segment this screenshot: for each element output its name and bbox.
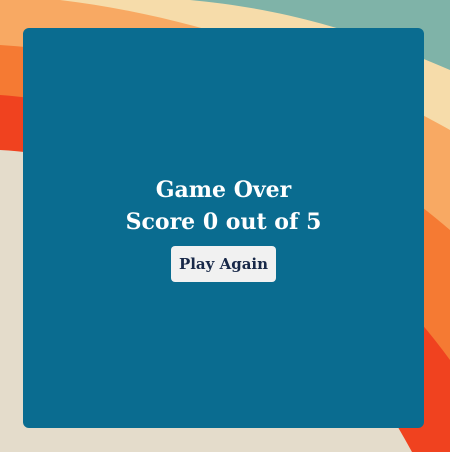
score-text: Score 0 out of 5 (125, 209, 322, 235)
game-over-panel: Game Over Score 0 out of 5 Play Again (23, 28, 424, 428)
play-again-button[interactable]: Play Again (170, 246, 277, 282)
game-over-title: Game Over (155, 177, 292, 203)
